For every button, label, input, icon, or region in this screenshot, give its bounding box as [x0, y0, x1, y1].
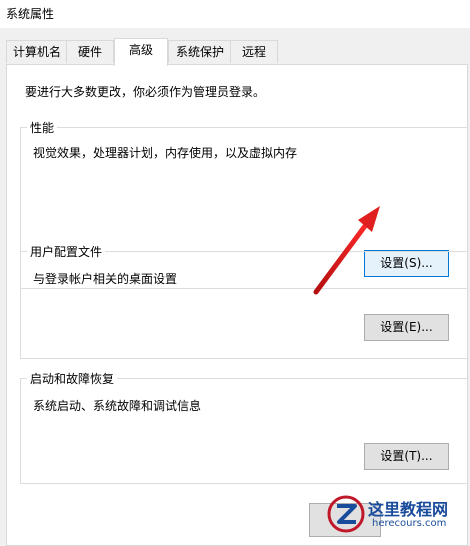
watermark-name: 这里教程网: [368, 500, 449, 519]
annotation-arrow-icon: [313, 206, 380, 295]
watermark-url: herecours.com: [372, 518, 447, 529]
tab-advanced[interactable]: 高级: [114, 38, 168, 66]
logo-icon: [327, 495, 365, 533]
watermark-logo: 这里教程网 herecours.com: [326, 494, 466, 534]
